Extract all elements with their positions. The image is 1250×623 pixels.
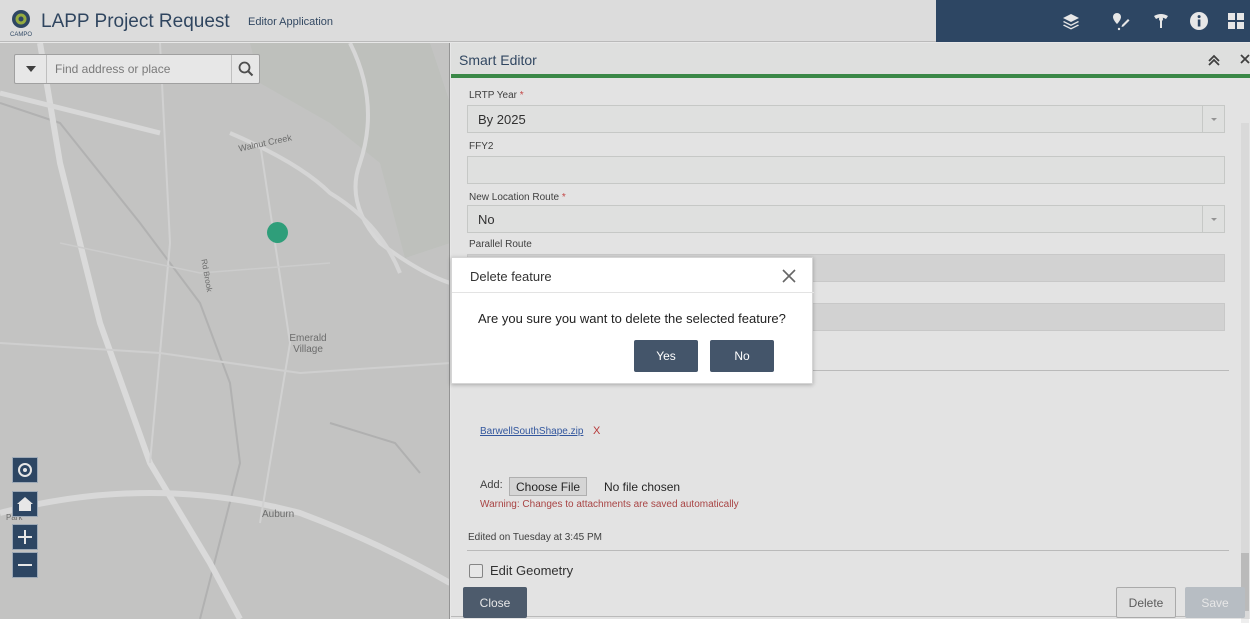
confirm-no-button[interactable]: No [710,340,774,372]
confirm-yes-button[interactable]: Yes [634,340,698,372]
dialog-message: Are you sure you want to delete the sele… [478,311,786,326]
dialog-title: Delete feature [470,269,552,284]
delete-feature-dialog: Delete feature Are you sure you want to … [451,257,814,384]
dialog-divider [452,292,814,293]
dialog-close-icon[interactable] [780,267,798,285]
